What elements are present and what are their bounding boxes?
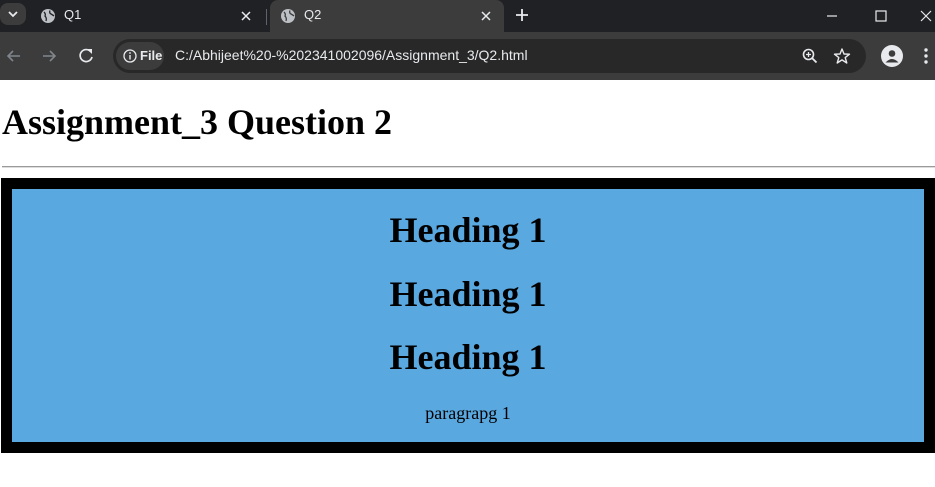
tab-q2[interactable]: Q2 bbox=[270, 0, 504, 32]
maximize-icon[interactable] bbox=[871, 6, 891, 26]
close-icon[interactable] bbox=[238, 8, 254, 24]
zoom-icon[interactable] bbox=[801, 47, 819, 65]
tab-search-button[interactable] bbox=[0, 3, 26, 25]
reload-icon[interactable] bbox=[76, 46, 96, 66]
tab-q1[interactable]: Q1 bbox=[30, 0, 264, 32]
address-url[interactable]: C:/Abhijeet%20-%202341002096/Assignment_… bbox=[175, 47, 528, 63]
close-icon[interactable] bbox=[478, 8, 494, 24]
menu-icon[interactable] bbox=[922, 47, 930, 65]
globe-icon bbox=[281, 9, 295, 23]
back-icon[interactable] bbox=[4, 46, 24, 66]
site-info-chip[interactable]: File bbox=[116, 42, 164, 70]
globe-icon bbox=[41, 9, 55, 23]
forward-icon[interactable] bbox=[39, 46, 59, 66]
page-viewport: Assignment_3 Question 2 Heading 1 Headin… bbox=[0, 80, 935, 487]
star-icon[interactable] bbox=[833, 47, 851, 65]
browser-toolbar: File C:/Abhijeet%20-%202341002096/Assign… bbox=[0, 32, 935, 80]
heading-1: Heading 1 bbox=[389, 337, 547, 377]
profile-icon[interactable] bbox=[881, 45, 903, 67]
heading-1: Heading 1 bbox=[389, 210, 547, 250]
minimize-icon[interactable] bbox=[822, 6, 842, 26]
window-close-icon[interactable] bbox=[916, 6, 935, 26]
page-title: Assignment_3 Question 2 bbox=[2, 102, 393, 142]
tab-search-icon bbox=[8, 11, 18, 18]
horizontal-rule bbox=[2, 166, 935, 168]
site-chip-label: File bbox=[140, 48, 163, 63]
heading-1: Heading 1 bbox=[389, 274, 547, 314]
tab-title: Q2 bbox=[304, 7, 322, 22]
info-icon bbox=[123, 49, 137, 63]
bordered-content-box: Heading 1 Heading 1 Heading 1 paragrapg … bbox=[1, 178, 935, 453]
plus-icon[interactable] bbox=[512, 5, 532, 25]
paragraph: paragrapg 1 bbox=[425, 403, 511, 423]
tab-strip: Q1 Q2 bbox=[0, 0, 935, 32]
tab-title: Q1 bbox=[64, 7, 82, 22]
address-bar[interactable]: File C:/Abhijeet%20-%202341002096/Assign… bbox=[113, 39, 866, 73]
tab-separator bbox=[266, 9, 267, 25]
